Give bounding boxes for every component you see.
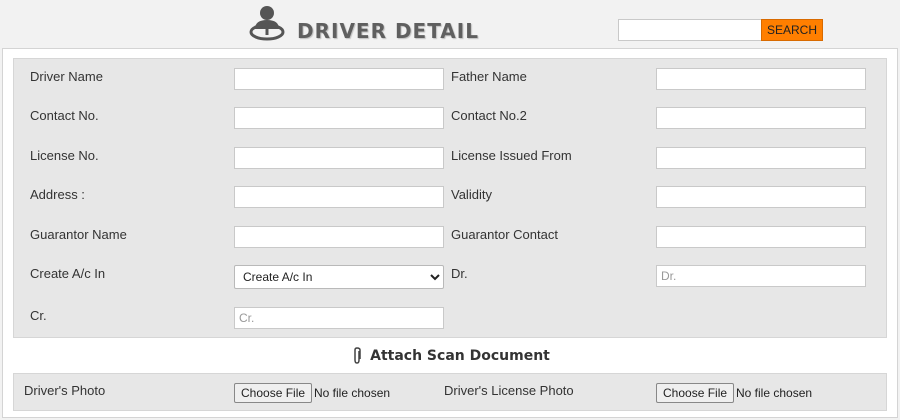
dr-input[interactable] [656,265,866,287]
attach-section-header: Attach Scan Document [3,343,897,369]
address-label: Address : [30,187,85,202]
license-label: License No. [30,148,99,163]
dr-label: Dr. [451,266,468,281]
driver-name-label: Driver Name [30,69,103,84]
validity-input[interactable] [656,186,866,208]
guarantor-name-input[interactable] [234,226,444,248]
paperclip-icon [354,347,361,364]
license-input[interactable] [234,147,444,169]
driver-name-input[interactable] [234,68,444,90]
father-name-input[interactable] [656,68,866,90]
contact-label: Contact No. [30,108,99,123]
drivers-photo-choose-button[interactable]: Choose File [234,383,313,403]
attach-title: Attach Scan Document [370,348,550,364]
cr-input[interactable] [234,307,444,329]
guarantor-contact-label: Guarantor Contact [451,227,558,242]
search-input[interactable] [618,19,762,41]
create-ac-select[interactable]: Create A/c In [234,265,444,289]
driver-form-container: Driver Name Father Name Contact No. Cont… [2,48,898,418]
address-input[interactable] [234,186,444,208]
create-ac-label: Create A/c In [30,266,106,281]
license-photo-label: Driver's License Photo [444,383,574,398]
driver-details-panel: Driver Name Father Name Contact No. Cont… [13,58,887,338]
contact2-label: Contact No.2 [451,108,527,123]
father-name-label: Father Name [451,69,527,84]
search-button[interactable]: SEARCH [761,19,823,41]
license-photo-status: No file chosen [736,386,813,400]
drivers-photo-status: No file chosen [314,386,391,400]
drivers-photo-label: Driver's Photo [24,383,106,398]
guarantor-name-label: Guarantor Name [30,227,127,242]
cr-label: Cr. [30,308,47,323]
license-issued-input[interactable] [656,147,866,169]
guarantor-contact-input[interactable] [656,226,866,248]
contact-input[interactable] [234,107,444,129]
page-header: DRIVER DETAIL SEARCH [0,0,900,48]
license-photo-choose-button[interactable]: Choose File [656,383,735,403]
contact2-input[interactable] [656,107,866,129]
page-title: DRIVER DETAIL [297,19,479,43]
validity-label: Validity [451,187,492,202]
license-issued-label: License Issued From [451,148,572,163]
steering-driver-icon [249,6,285,41]
file-upload-panel: Driver's Photo Choose File No file chose… [13,373,887,411]
